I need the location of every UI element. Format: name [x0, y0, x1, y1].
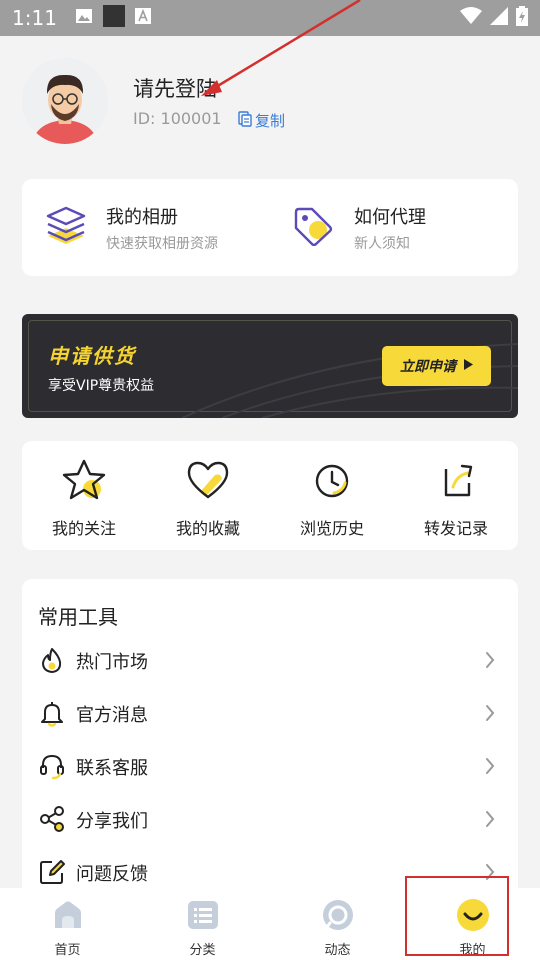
tab-moments-label: 动态 [324, 943, 351, 958]
apply-now-button[interactable]: 立即申请 [382, 346, 491, 386]
star-icon [59, 459, 109, 503]
tab-mine-label: 我的 [459, 943, 486, 958]
album-stack-icon [44, 206, 88, 250]
tool-item-label: 分享我们 [76, 811, 148, 832]
apply-now-label: 立即申请 [400, 359, 456, 375]
status-time: 1:11 [12, 6, 57, 30]
clock-icon [307, 459, 357, 503]
tool-item-share-us[interactable]: 分享我们 [22, 792, 518, 845]
gallery-notification-icon [75, 7, 93, 29]
shortcut-history-label: 浏览历史 [299, 519, 364, 538]
tool-item-customer-service[interactable]: 联系客服 [22, 739, 518, 792]
wifi-icon [460, 7, 482, 29]
headset-icon [38, 752, 66, 780]
flame-icon [38, 646, 66, 674]
annotation-arrow [201, 0, 361, 96]
tool-item-hot-market[interactable]: 热门市场 [22, 633, 518, 686]
quick-link-agent-subtitle: 新人须知 [354, 235, 410, 252]
quick-link-agent-title: 如何代理 [354, 206, 426, 228]
tools-title: 常用工具 [38, 605, 118, 629]
tool-item-label: 热门市场 [76, 652, 148, 673]
bell-icon [38, 699, 66, 727]
edit-feedback-icon [38, 858, 66, 886]
chevron-right-icon [484, 651, 496, 669]
font-notification-icon [134, 8, 151, 28]
shortcut-forward-records[interactable]: 转发记录 [394, 441, 518, 550]
shortcut-forward-label: 转发记录 [423, 519, 488, 538]
profile-header: 请先登陆 ID: 100001 复制 [0, 0, 540, 166]
shortcut-favorites[interactable]: 我的收藏 [146, 441, 270, 550]
heart-icon [183, 459, 233, 503]
tab-home[interactable]: 首页 [0, 888, 135, 960]
home-icon [51, 898, 85, 932]
price-tag-icon [292, 206, 334, 250]
tab-moments[interactable]: 动态 [270, 888, 405, 960]
banner-title: 申请供货 [48, 344, 136, 368]
share-nodes-icon [38, 805, 66, 833]
quick-link-album-subtitle: 快速获取相册资源 [106, 235, 218, 252]
smile-face-icon [456, 898, 490, 932]
moments-icon [321, 898, 355, 932]
shortcut-favorites-label: 我的收藏 [175, 519, 240, 538]
tools-card: 常用工具 热门市场 官方消息 联系客服 分享我们 问题反馈 [22, 579, 518, 909]
user-id: ID: 100001 [133, 109, 222, 128]
supply-banner[interactable]: 申请供货 享受VIP尊贵权益 立即申请 [22, 314, 518, 418]
tab-mine[interactable]: 我的 [405, 888, 540, 960]
quick-link-agent-guide[interactable]: 如何代理 新人须知 [292, 179, 426, 276]
tool-item-label: 官方消息 [76, 705, 148, 726]
chevron-right-icon [484, 704, 496, 722]
shortcut-following-label: 我的关注 [51, 519, 116, 538]
banner-subtitle: 享受VIP尊贵权益 [48, 378, 155, 394]
chevron-right-icon [484, 810, 496, 828]
category-list-icon [186, 898, 220, 932]
bottom-tab-bar: 首页 分类 动态 我的 [0, 888, 540, 960]
tab-category[interactable]: 分类 [135, 888, 270, 960]
chevron-right-icon [484, 757, 496, 775]
tool-item-official-news[interactable]: 官方消息 [22, 686, 518, 739]
chevron-right-icon [484, 863, 496, 881]
tab-home-label: 首页 [54, 943, 81, 958]
quick-links-card: 我的相册 快速获取相册资源 如何代理 新人须知 [22, 179, 518, 276]
tool-item-label: 联系客服 [76, 758, 148, 779]
battery-icon [516, 6, 528, 30]
quick-link-album[interactable]: 我的相册 快速获取相册资源 [44, 179, 218, 276]
square-notification-icon [102, 5, 125, 31]
tool-item-label: 问题反馈 [76, 864, 148, 885]
avatar[interactable] [22, 58, 108, 144]
share-forward-icon [431, 459, 481, 503]
shortcut-following[interactable]: 我的关注 [22, 441, 146, 550]
play-arrow-icon [464, 358, 473, 374]
quick-link-album-title: 我的相册 [106, 206, 178, 228]
shortcuts-card: 我的关注 我的收藏 浏览历史 转发记录 [22, 441, 518, 550]
tab-category-label: 分类 [189, 943, 216, 958]
copy-label: 复制 [255, 112, 286, 130]
copy-id-button[interactable]: 复制 [238, 110, 285, 131]
shortcut-history[interactable]: 浏览历史 [270, 441, 394, 550]
signal-icon [490, 7, 508, 29]
copy-icon [238, 110, 252, 131]
